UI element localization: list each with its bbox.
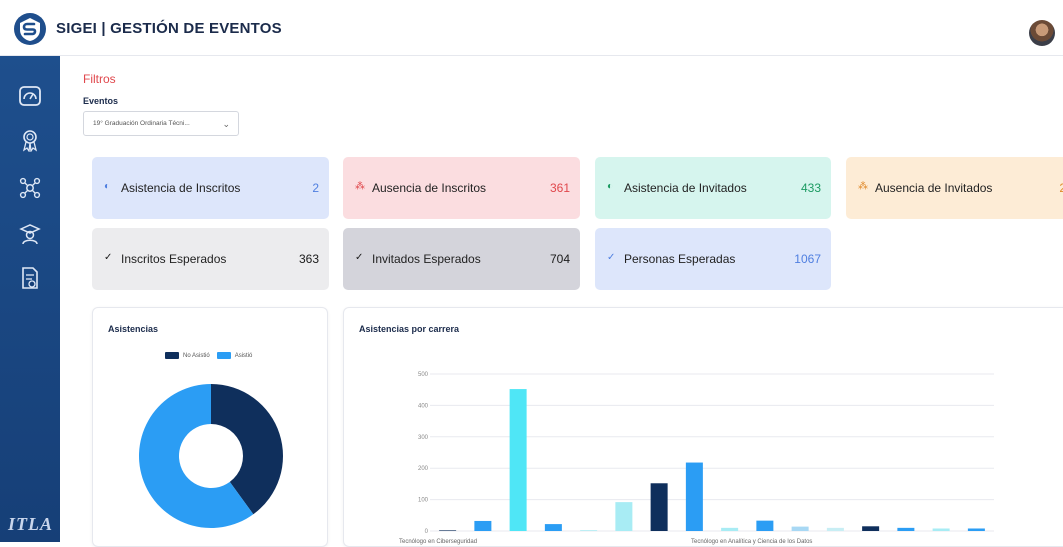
event-select-value: 19° Graduación Ordinaria Técni... (93, 120, 190, 127)
y-tick-label: 100 (418, 498, 429, 504)
bar-11[interactable] (826, 527, 844, 531)
bar-15[interactable] (967, 528, 985, 531)
card-value: 361 (549, 181, 570, 195)
card-value: 1067 (794, 252, 821, 266)
top-bar: SIGEI | GESTIÓN DE EVENTOS (0, 0, 1063, 56)
bar-6[interactable] (650, 483, 668, 531)
sidebar: ITLA (0, 56, 60, 542)
network-icon[interactable] (18, 176, 42, 200)
bar-13[interactable] (897, 527, 915, 531)
y-tick-label: 0 (425, 529, 429, 535)
card-label: Personas Esperadas (624, 252, 736, 266)
card-label: Ausencia de Invitados (875, 181, 993, 195)
cancel-icon: ⁂ (355, 181, 365, 192)
card-inscritos-esperados: ✓ Inscritos Esperados 363 (92, 228, 329, 290)
card-invitados-esperados: ✓ Invitados Esperados 704 (343, 228, 580, 290)
card-label: Asistencia de Invitados (624, 181, 747, 195)
y-tick-label: 400 (418, 403, 429, 409)
itla-logo: ITLA (8, 514, 54, 534)
bar-12[interactable] (862, 526, 880, 531)
card-value: 363 (298, 252, 319, 266)
x-tick-label: Tecnólogo en Ciberseguridad (399, 539, 477, 545)
bar-chart: 0 100 200 300 400 500 Tecnólogo en Ciberseguri… (399, 372, 994, 545)
check-icon: ✓ (104, 252, 113, 263)
cancel-icon: ⁂ (858, 181, 868, 192)
card-personas-esperadas: ✓ Personas Esperadas 1067 (595, 228, 831, 290)
card-value: 704 (549, 252, 570, 266)
bar-4[interactable] (580, 530, 598, 531)
shield-logo-icon (20, 18, 40, 41)
card-value: 433 (800, 181, 821, 195)
bar-3[interactable] (544, 524, 562, 531)
report-icon[interactable] (18, 266, 42, 290)
card-label: Invitados Esperados (372, 252, 481, 266)
event-select[interactable]: 19° Graduación Ordinaria Técni... ⌄ (83, 111, 239, 136)
chevron-down-icon: ⌄ (222, 119, 230, 129)
bar-8[interactable] (721, 527, 739, 531)
card-label: Asistencia de Inscritos (121, 181, 241, 195)
card-ausencia-inscritos: ⁂ Ausencia de Inscritos 361 (343, 157, 580, 219)
x-tick-label: Tecnólogo en Analítica y Ciencia de los … (691, 539, 812, 545)
check-icon: ✓ (355, 252, 364, 263)
card-value: 2 (312, 181, 319, 195)
bar-9[interactable] (756, 520, 774, 531)
y-tick-label: 300 (418, 435, 429, 441)
card-ausencia-invitados: ⁂ Ausencia de Invitados 2 (846, 157, 1063, 219)
filters-title: Filtros (83, 72, 116, 86)
sigei-logo[interactable] (14, 13, 46, 45)
card-asistencia-inscritos: ◐ Asistencia de Inscritos 2 (92, 157, 329, 219)
y-tick-label: 500 (418, 372, 429, 378)
donut-chart (139, 384, 283, 528)
bar-5[interactable] (615, 502, 633, 531)
card-label: Inscritos Esperados (121, 252, 227, 266)
app-title: SIGEI | GESTIÓN DE EVENTOS (56, 20, 282, 37)
graduate-icon[interactable] (18, 222, 42, 246)
card-label: Ausencia de Inscritos (372, 181, 487, 195)
bar-7[interactable] (685, 462, 703, 531)
dashboard-icon[interactable] (18, 84, 42, 108)
user-avatar[interactable] (1029, 20, 1055, 46)
bar-0[interactable] (439, 530, 457, 531)
bar-14[interactable] (932, 528, 950, 531)
bar-10[interactable] (791, 526, 809, 531)
bar-1[interactable] (474, 520, 492, 531)
bar-2[interactable] (509, 389, 527, 531)
card-asistencia-invitados: ◐ Asistencia de Invitados 433 (595, 157, 831, 219)
y-tick-label: 200 (418, 466, 429, 472)
check-icon: ✓ (607, 252, 616, 263)
career-bar-panel: Asistencias por carrera 0 100 200 300 400 500… (343, 307, 1063, 547)
attendance-donut-panel: Asistencias No Asistió Asistió (92, 307, 328, 547)
award-icon[interactable] (18, 128, 42, 153)
events-label: Eventos (83, 96, 119, 106)
check-circle-icon: ◐ (607, 181, 614, 192)
check-circle-icon: ◐ (104, 181, 111, 192)
card-value: 2 (1059, 181, 1063, 195)
